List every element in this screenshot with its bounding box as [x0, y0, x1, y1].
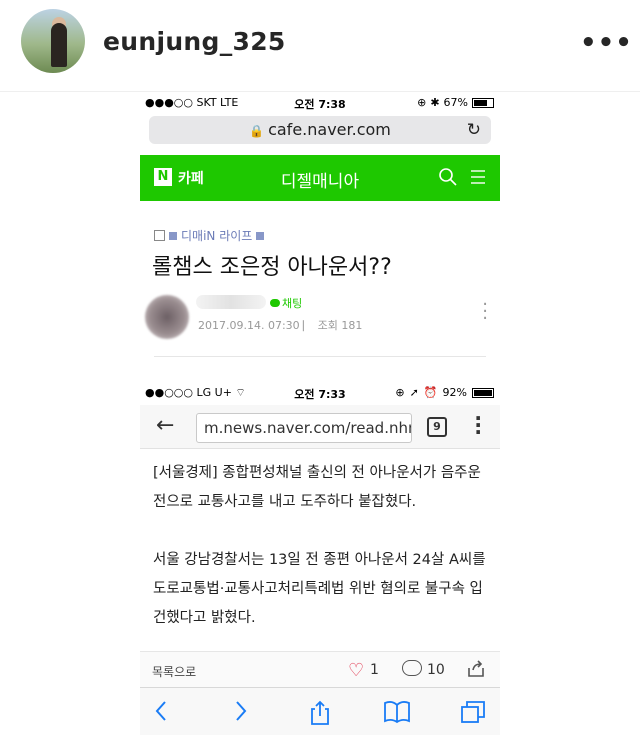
browser-toolbar: ← m.news.naver.com/read.nhn? 9 ···: [140, 405, 500, 449]
orientation-lock-icon: ⊕: [395, 386, 405, 399]
address-bar[interactable]: m.news.naver.com/read.nhn?: [196, 413, 412, 443]
author-avatar[interactable]: [145, 295, 189, 339]
chat-link[interactable]: 채팅: [270, 295, 302, 311]
safari-toolbar: [140, 687, 500, 735]
post-title: 롤챔스 조은정 아나운서??: [152, 255, 392, 280]
address-text: cafe.naver.com: [268, 120, 391, 139]
status-right: ⊕ ➚ ⏰ 92%: [395, 386, 494, 399]
battery-icon: [472, 387, 494, 398]
lock-icon: 🔒: [249, 124, 265, 138]
share-icon[interactable]: [309, 700, 331, 726]
article-body: [서울경제] 종합편성채널 출신의 전 아나운서가 음주운전으로 교통사고를 내…: [153, 459, 493, 662]
cafe-navbar: N 카페 디젤매니아: [140, 155, 500, 201]
forward-icon[interactable]: [234, 700, 248, 722]
tabs-icon[interactable]: [460, 700, 486, 724]
location-icon: ➚: [409, 386, 419, 399]
bullet-icon: [169, 231, 177, 240]
share-icon[interactable]: [466, 659, 486, 679]
author-name-blurred[interactable]: [196, 295, 266, 309]
post-meta: 2017.09.14. 07:30 ⎸ 조회 181: [198, 319, 363, 332]
bluetooth-icon: ✱: [430, 96, 440, 109]
article-footer: 목록으로 ♡ 1 10: [140, 651, 500, 687]
post-header: eunjung_325 •••: [0, 0, 640, 92]
status-right: ⊕ ✱ 67%: [417, 96, 494, 109]
breadcrumb-label: 디매iN 라이프: [181, 229, 253, 243]
divider: [154, 356, 486, 357]
board-icon: [154, 230, 165, 241]
screenshot-naver-cafe: ●●●○○ SKT LTE 오전 7:38 ⊕ ✱ 67% 🔒 cafe.nave…: [140, 93, 500, 368]
back-icon[interactable]: ←: [156, 413, 174, 438]
chat-icon: [270, 299, 280, 307]
kebab-icon[interactable]: · · ·: [482, 296, 488, 328]
kebab-icon[interactable]: · · ·: [474, 408, 482, 442]
address-text: m.news.naver.com/read.nhn: [204, 419, 412, 437]
alarm-icon: ⏰: [423, 386, 438, 399]
menu-icon[interactable]: [470, 169, 486, 185]
avatar-figure: [51, 23, 67, 67]
username[interactable]: eunjung_325: [103, 27, 286, 56]
more-icon[interactable]: •••: [580, 28, 633, 58]
article-paragraph: [서울경제] 종합편성채널 출신의 전 아나운서가 음주운전으로 교통사고를 내…: [153, 465, 481, 510]
like-count: 1: [370, 662, 379, 678]
tabs-icon[interactable]: 9: [427, 417, 447, 437]
orientation-lock-icon: ⊕: [417, 96, 427, 109]
bullet-icon: [256, 231, 265, 240]
list-button[interactable]: 목록으로: [152, 663, 196, 680]
chat-label: 채팅: [282, 297, 303, 310]
heart-icon[interactable]: ♡: [348, 660, 364, 681]
bookmarks-icon[interactable]: [383, 700, 411, 724]
status-bar: ●●●○○ SKT LTE 오전 7:38 ⊕ ✱ 67%: [140, 93, 500, 113]
status-bar: ●●○○○ LG U+ ⌔ 오전 7:33 ⊕ ➚ ⏰ 92%: [140, 383, 500, 403]
back-icon[interactable]: [154, 700, 168, 722]
comment-count: 10: [427, 662, 445, 678]
battery-icon: [472, 97, 494, 108]
comment-icon[interactable]: [402, 660, 422, 676]
battery-percent: 67%: [443, 96, 468, 109]
address-bar[interactable]: 🔒 cafe.naver.com ↻: [149, 116, 491, 144]
reload-icon[interactable]: ↻: [467, 116, 481, 144]
search-icon[interactable]: [438, 167, 458, 187]
breadcrumb[interactable]: 디매iN 라이프: [154, 227, 265, 244]
battery-percent: 92%: [442, 386, 467, 399]
avatar[interactable]: [21, 9, 85, 73]
article-paragraph: 서울 강남경찰서는 13일 전 종편 아나운서 24살 A씨를 도로교통법·교통…: [153, 552, 486, 626]
screenshot-naver-news: ●●○○○ LG U+ ⌔ 오전 7:33 ⊕ ➚ ⏰ 92% ← m.news…: [140, 383, 500, 735]
